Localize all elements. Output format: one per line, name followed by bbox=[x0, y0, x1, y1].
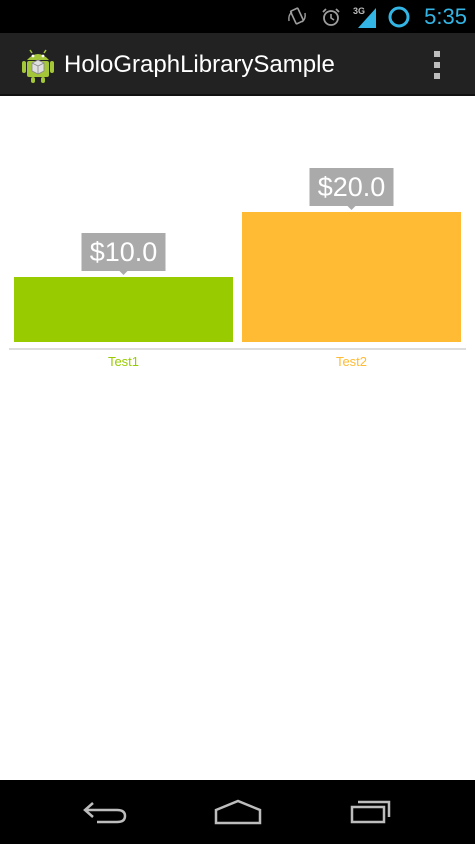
category-label: Test1 bbox=[108, 354, 139, 369]
value-label: $10.0 bbox=[90, 237, 158, 267]
android-icon[interactable] bbox=[18, 45, 58, 85]
bar-test2[interactable] bbox=[242, 212, 461, 342]
action-bar: HoloGraphLibrarySample bbox=[0, 33, 475, 96]
app-title: HoloGraphLibrarySample bbox=[64, 51, 335, 78]
sync-icon bbox=[386, 4, 412, 30]
value-label-pointer bbox=[347, 206, 356, 210]
status-bar: 3G 5:35 bbox=[0, 0, 475, 33]
network-type-label: 3G bbox=[353, 6, 365, 16]
value-label: $20.0 bbox=[318, 172, 386, 202]
status-icons: 3G 5:35 bbox=[284, 0, 467, 33]
value-label-pointer bbox=[119, 271, 128, 275]
recent-apps-icon[interactable] bbox=[340, 792, 400, 832]
alarm-icon bbox=[318, 4, 344, 30]
rotate-icon bbox=[284, 4, 310, 30]
home-icon[interactable] bbox=[208, 792, 268, 832]
signal-icon: 3G bbox=[352, 4, 378, 30]
content-area: $10.0 Test1 $20.0 Test2 bbox=[0, 96, 475, 780]
bar-chart[interactable]: $10.0 Test1 $20.0 Test2 bbox=[0, 96, 475, 780]
back-icon[interactable] bbox=[76, 792, 136, 832]
overflow-menu-icon[interactable] bbox=[417, 45, 457, 85]
status-time: 5:35 bbox=[424, 3, 467, 29]
bar-test1[interactable] bbox=[14, 277, 233, 342]
navigation-bar bbox=[0, 780, 475, 844]
category-label: Test2 bbox=[336, 354, 367, 369]
